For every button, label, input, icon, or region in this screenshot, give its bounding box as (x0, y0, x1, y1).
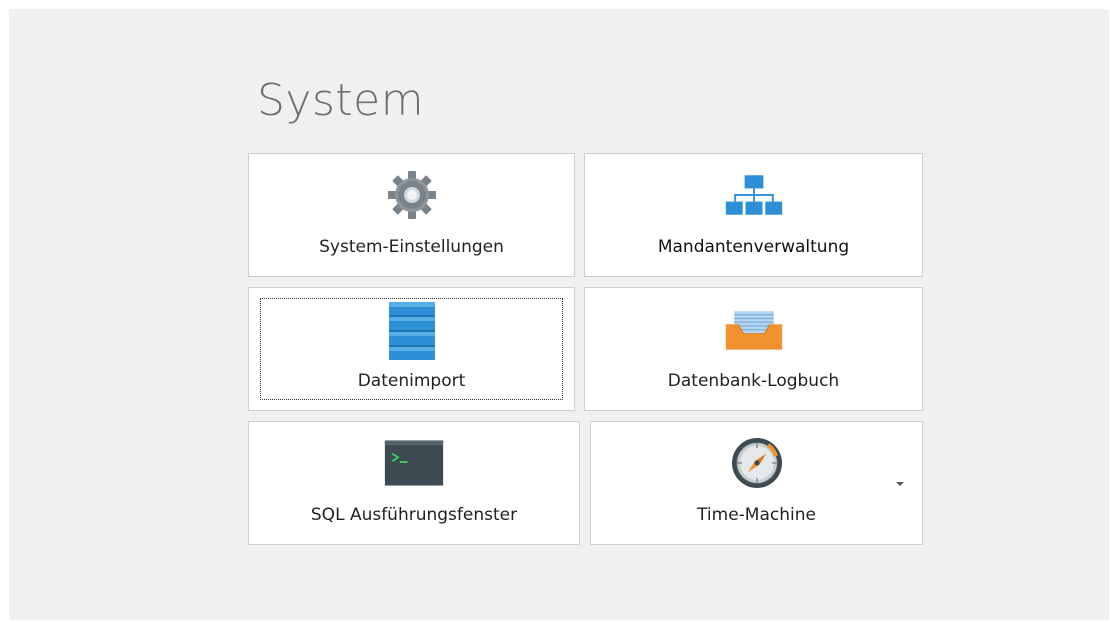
tile-mandantenverwaltung[interactable]: Mandantenverwaltung (584, 153, 923, 277)
section-title: System (257, 75, 425, 126)
tile-sql-ausfuehrungsfenster[interactable]: SQL Ausführungsfenster (248, 421, 580, 545)
gear-icon (381, 170, 443, 220)
compass-icon (726, 438, 788, 488)
tile-label: System-Einstellungen (319, 237, 504, 257)
tile-label: Time-Machine (697, 505, 816, 525)
tile-datenimport[interactable]: Datenimport (248, 287, 575, 411)
dropdown-arrow-icon[interactable] (896, 482, 904, 486)
tile-system-einstellungen[interactable]: System-Einstellungen (248, 153, 575, 277)
tile-label: Mandantenverwaltung (657, 237, 850, 257)
tile-label: Datenimport (357, 371, 466, 391)
database-icon (381, 300, 443, 362)
tile-label: Datenbank-Logbuch (667, 371, 840, 391)
tile-time-machine[interactable]: Time-Machine (590, 421, 923, 545)
tile-label: SQL Ausführungsfenster (310, 505, 518, 525)
tile-datenbank-logbuch[interactable]: Datenbank-Logbuch (584, 287, 923, 411)
inbox-log-icon (723, 304, 785, 354)
terminal-icon (383, 438, 445, 488)
org-chart-icon (723, 170, 785, 220)
